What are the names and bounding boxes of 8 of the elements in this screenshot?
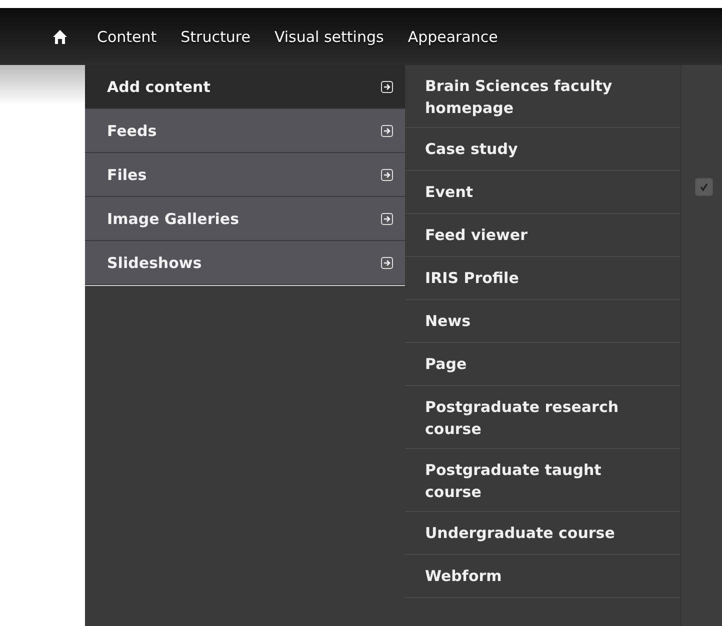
- home-icon[interactable]: [52, 28, 68, 44]
- menu-item[interactable]: Add content: [85, 65, 405, 109]
- toolbar-link[interactable]: Structure: [180, 28, 250, 46]
- toolbar-link[interactable]: Content: [97, 28, 157, 46]
- check-icon: [699, 182, 709, 192]
- checkbox[interactable]: [695, 178, 713, 196]
- toolbar-link[interactable]: Appearance: [408, 28, 498, 46]
- toolbar-link[interactable]: Visual settings: [274, 28, 384, 46]
